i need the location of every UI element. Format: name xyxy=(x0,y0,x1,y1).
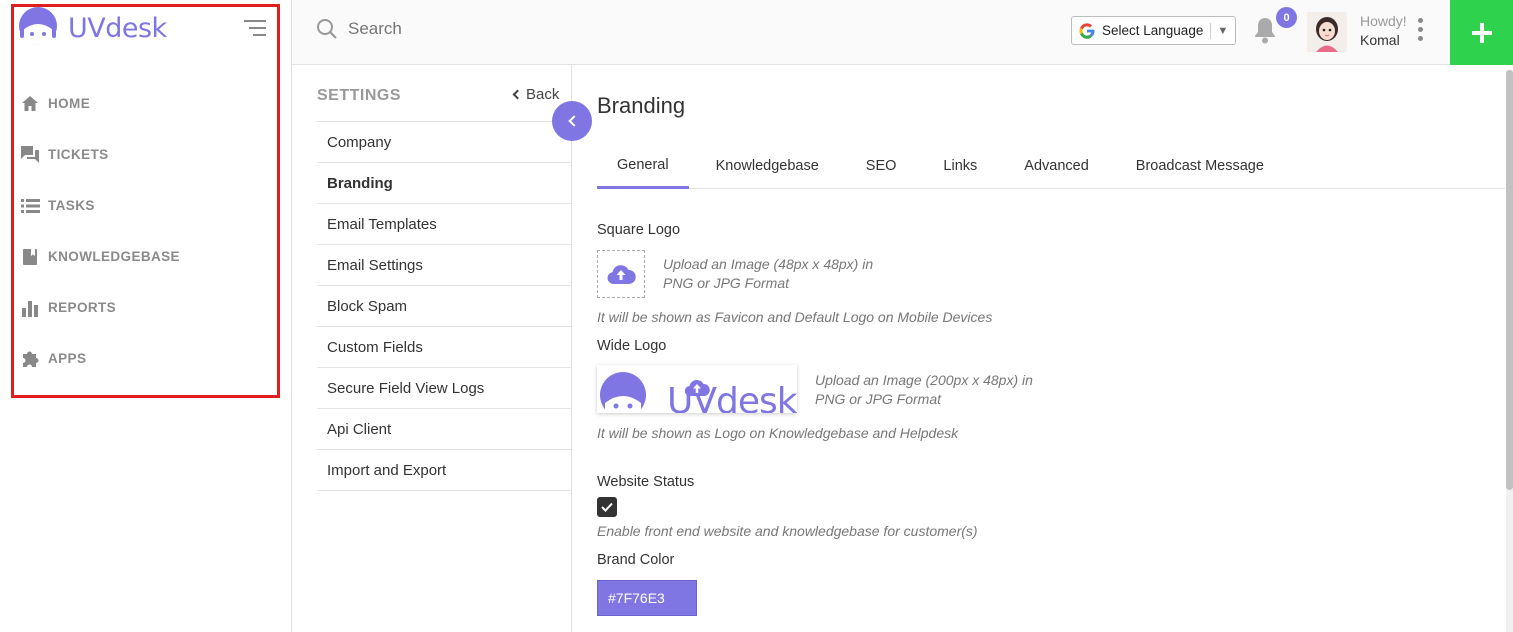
tab-broadcast-message[interactable]: Broadcast Message xyxy=(1116,143,1284,189)
nav-item-label: KNOWLEDGEBASE xyxy=(48,249,180,264)
notification-bell-icon[interactable] xyxy=(1253,16,1277,49)
tab-knowledgebase[interactable]: Knowledgebase xyxy=(696,143,839,189)
wide-logo-note: It will be shown as Logo on Knowledgebas… xyxy=(597,425,959,441)
bar-chart-icon xyxy=(20,298,40,318)
nav-item-knowledgebase[interactable]: KNOWLEDGEBASE xyxy=(20,231,180,282)
settings-item-custom-fields[interactable]: Custom Fields xyxy=(317,327,572,368)
nav-item-label: TASKS xyxy=(48,198,95,213)
square-logo-label: Square Logo xyxy=(597,222,681,238)
settings-title: SETTINGS xyxy=(317,87,402,104)
page-scrollbar[interactable] xyxy=(1506,70,1513,632)
user-name: Komal xyxy=(1360,32,1400,48)
scrollbar-thumb[interactable] xyxy=(1506,70,1513,490)
settings-menu: Company Branding Email Templates Email S… xyxy=(317,121,572,491)
wide-logo-preview[interactable]: UVdesk xyxy=(597,365,797,413)
uvdesk-logo[interactable]: UVdesk xyxy=(16,6,167,50)
topbar: Select Language ▼ 0 Howdy! Komal xyxy=(292,0,1513,65)
language-label: Select Language xyxy=(1102,23,1204,38)
settings-item-block-spam[interactable]: Block Spam xyxy=(317,286,572,327)
nav-item-apps[interactable]: APPS xyxy=(20,333,180,384)
more-options-icon[interactable] xyxy=(1418,18,1424,45)
language-select[interactable]: Select Language ▼ xyxy=(1071,16,1236,45)
settings-item-import-export[interactable]: Import and Export xyxy=(317,450,572,491)
website-status-note: Enable front end website and knowledgeba… xyxy=(597,523,978,539)
tab-general[interactable]: General xyxy=(597,143,689,189)
brand-color-label: Brand Color xyxy=(597,552,675,568)
avatar[interactable] xyxy=(1307,12,1347,52)
square-logo-upload-hint-1: Upload an Image (48px x 48px) in xyxy=(663,256,874,272)
search-input[interactable] xyxy=(348,19,648,39)
settings-panel: SETTINGS Back Company Branding Email Tem… xyxy=(292,65,572,632)
square-logo-upload-hint-2: PNG or JPG Format xyxy=(663,275,790,291)
website-status-label: Website Status xyxy=(597,474,695,490)
brand-name: UVdesk xyxy=(68,12,167,44)
nav-item-reports[interactable]: REPORTS xyxy=(20,282,180,333)
website-status-checkbox[interactable] xyxy=(597,497,617,517)
google-icon xyxy=(1079,22,1095,39)
settings-item-api-client[interactable]: Api Client xyxy=(317,409,572,450)
back-label: Back xyxy=(526,86,560,103)
create-new-button[interactable] xyxy=(1450,0,1513,65)
settings-item-email-settings[interactable]: Email Settings xyxy=(317,245,572,286)
menu-toggle-icon[interactable] xyxy=(244,20,266,41)
wide-logo-upload-hint-1: Upload an Image (200px x 48px) in xyxy=(815,372,1033,388)
dropdown-arrow-icon: ▼ xyxy=(1217,24,1229,37)
sidebar: UVdesk HOME TICKETS TASKS KNOWLEDGEBASE xyxy=(0,0,292,632)
main-content: Branding General Knowledgebase SEO Links… xyxy=(572,65,1513,632)
settings-item-secure-field-view-logs[interactable]: Secure Field View Logs xyxy=(317,368,572,409)
tasks-icon xyxy=(20,196,40,216)
checkmark-icon xyxy=(601,502,613,512)
square-logo-note: It will be shown as Favicon and Default … xyxy=(597,309,993,325)
settings-item-branding[interactable]: Branding xyxy=(317,163,572,204)
settings-item-email-templates[interactable]: Email Templates xyxy=(317,204,572,245)
uvdesk-mascot-icon xyxy=(19,7,57,45)
tickets-icon xyxy=(20,145,40,165)
page-title: Branding xyxy=(597,93,686,118)
search-icon xyxy=(317,19,337,39)
chevron-left-icon xyxy=(567,115,580,127)
settings-item-company[interactable]: Company xyxy=(317,122,572,163)
plus-icon xyxy=(1471,22,1492,43)
chevron-left-icon xyxy=(512,89,523,100)
nav-item-label: APPS xyxy=(48,351,87,366)
tab-links[interactable]: Links xyxy=(923,143,997,189)
home-icon xyxy=(20,94,40,114)
puzzle-icon xyxy=(20,349,40,369)
book-icon xyxy=(20,247,40,267)
search-box xyxy=(316,18,648,40)
notification-count-badge: 0 xyxy=(1276,7,1297,28)
tab-advanced[interactable]: Advanced xyxy=(1004,143,1109,189)
nav-item-tickets[interactable]: TICKETS xyxy=(20,129,180,180)
greeting-text: Howdy! xyxy=(1360,13,1407,29)
collapse-panel-button[interactable] xyxy=(552,101,592,141)
wide-logo-label: Wide Logo xyxy=(597,338,667,354)
brand-color-input[interactable]: #7F76E3 xyxy=(597,580,697,616)
tab-seo[interactable]: SEO xyxy=(846,143,917,189)
nav-item-label: REPORTS xyxy=(48,300,117,315)
nav-item-home[interactable]: HOME xyxy=(20,78,180,129)
cloud-upload-icon xyxy=(684,379,710,397)
branding-tabs: General Knowledgebase SEO Links Advanced… xyxy=(597,143,1505,189)
nav-item-label: TICKETS xyxy=(48,147,109,162)
main-nav: HOME TICKETS TASKS KNOWLEDGEBASE REPORTS xyxy=(20,78,180,384)
nav-item-label: HOME xyxy=(48,96,91,111)
back-link[interactable]: Back xyxy=(512,86,560,103)
wide-logo-upload-hint-2: PNG or JPG Format xyxy=(815,391,942,407)
square-logo-upload[interactable] xyxy=(597,250,645,298)
nav-item-tasks[interactable]: TASKS xyxy=(20,180,180,231)
cloud-upload-icon xyxy=(607,265,636,284)
